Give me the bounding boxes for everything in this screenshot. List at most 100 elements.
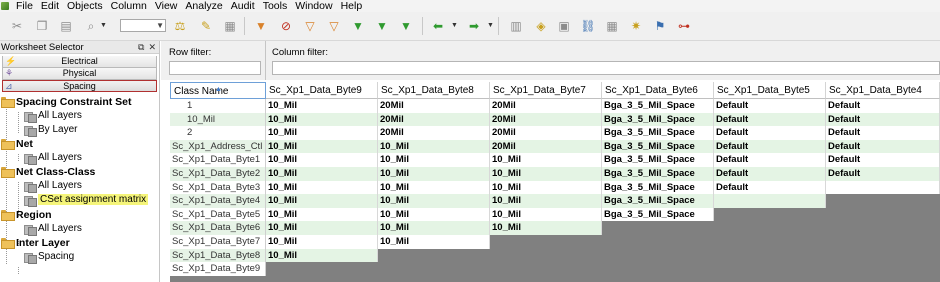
cut-icon[interactable]: ✂ <box>9 18 25 34</box>
tab-electrical[interactable]: ⚡ Electrical <box>2 56 157 68</box>
matrix-cell[interactable]: Default <box>714 139 826 154</box>
filter-edit-icon[interactable]: ▼ <box>350 18 366 34</box>
menu-file[interactable]: File <box>12 0 37 12</box>
matrix-cell[interactable]: 10_Mil <box>266 235 378 249</box>
matrix-cell[interactable] <box>826 180 940 195</box>
float-panel-icon[interactable]: ⧉ <box>138 42 144 53</box>
paste-icon[interactable]: ▤ <box>58 18 74 34</box>
matrix-cell[interactable]: Default <box>714 167 826 181</box>
menu-objects[interactable]: Objects <box>63 0 107 12</box>
matrix-cell[interactable]: Default <box>826 139 940 154</box>
forward-dropdown-icon[interactable]: ▼ <box>487 22 494 29</box>
column-header-class-name[interactable]: Class Name ▲ <box>170 82 266 99</box>
matrix-cell[interactable]: Bga_3_5_Mil_Space <box>602 180 714 195</box>
matrix-cell[interactable]: 20Mil <box>490 139 602 154</box>
resistor-icon[interactable]: ⊶ <box>676 18 692 34</box>
tree-item-scs-by-layer[interactable]: By Layer <box>24 123 77 137</box>
tree-item-region-all-layers[interactable]: All Layers <box>24 222 82 236</box>
matrix-cell[interactable]: Default <box>714 180 826 195</box>
group-icon[interactable]: ◈ <box>533 18 549 34</box>
matrix-cell[interactable]: 20Mil <box>490 112 602 127</box>
matrix-cell[interactable] <box>714 194 826 208</box>
matrix-cell[interactable]: 10_Mil <box>266 112 378 127</box>
filter-remove-icon[interactable]: ▽ <box>326 18 342 34</box>
network-graph-icon[interactable]: ⛓ <box>580 18 596 34</box>
matrix-cell[interactable]: 10_Mil <box>266 153 378 167</box>
matrix-cell[interactable]: Bga_3_5_Mil_Space <box>602 153 714 167</box>
matrix-cell[interactable]: 10_Mil <box>266 99 378 113</box>
tree-item-spacing-constraint-set[interactable]: Spacing Constraint Set <box>1 95 132 108</box>
matrix-cell[interactable]: 20Mil <box>378 99 490 113</box>
matrix-cell[interactable]: 20Mil <box>378 112 490 127</box>
matrix-cell[interactable]: Bga_3_5_Mil_Space <box>602 207 714 222</box>
column-header[interactable]: Sc_Xp1_Data_Byte8 <box>378 82 490 99</box>
matrix-cell[interactable]: 20Mil <box>378 126 490 140</box>
matrix-cell[interactable]: Default <box>826 167 940 181</box>
filter-add-icon[interactable]: ▽ <box>302 18 318 34</box>
tree-item-region[interactable]: Region <box>1 208 52 221</box>
row-header[interactable]: Sc_Xp1_Data_Byte3 <box>170 180 266 195</box>
column-header[interactable]: Sc_Xp1_Data_Byte7 <box>490 82 602 99</box>
tree-item-net[interactable]: Net <box>1 137 33 150</box>
matrix-cell[interactable]: 10_Mil <box>266 194 378 208</box>
row-filter-input[interactable] <box>169 61 261 75</box>
lightbulb-icon[interactable]: ✷ <box>628 18 644 34</box>
matrix-cell[interactable]: 10_Mil <box>490 153 602 167</box>
filter-divider[interactable] <box>265 41 266 80</box>
find-dropdown-icon[interactable]: ▼ <box>100 22 107 29</box>
menu-window[interactable]: Window <box>291 0 336 12</box>
row-header[interactable]: Sc_Xp1_Data_Byte6 <box>170 221 266 235</box>
row-header[interactable]: Sc_Xp1_Data_Byte8 <box>170 248 266 263</box>
matrix-cell[interactable]: Default <box>714 153 826 167</box>
row-header[interactable]: Sc_Xp1_Address_Ctl <box>170 139 266 154</box>
filter-clear-icon[interactable]: ⊘ <box>278 18 294 34</box>
matrix-cell[interactable]: Bga_3_5_Mil_Space <box>602 112 714 127</box>
tree-item-ncc-all-layers[interactable]: All Layers <box>24 179 82 193</box>
matrix-cell[interactable]: 10_Mil <box>266 207 378 222</box>
matrix-cell[interactable]: 20Mil <box>490 126 602 140</box>
matrix-cell[interactable]: 10_Mil <box>378 235 490 249</box>
filter-apply-icon[interactable]: ▼ <box>374 18 390 34</box>
tree-item-scs-all-layers[interactable]: All Layers <box>24 109 82 123</box>
row-header[interactable]: Sc_Xp1_Data_Byte5 <box>170 207 266 222</box>
tab-spacing[interactable]: ⊿ Spacing <box>2 80 157 92</box>
menu-edit[interactable]: Edit <box>37 0 63 12</box>
filter-icon[interactable]: ▼ <box>253 18 269 34</box>
column-header[interactable]: Sc_Xp1_Data_Byte4 <box>826 82 940 99</box>
menu-analyze[interactable]: Analyze <box>181 0 226 12</box>
back-arrow-icon[interactable]: ⬅ <box>430 18 446 34</box>
matrix-cell[interactable]: Bga_3_5_Mil_Space <box>602 167 714 181</box>
copy-icon[interactable]: ❐ <box>34 18 50 34</box>
tree-item-inter-layer[interactable]: Inter Layer <box>1 236 70 249</box>
matrix-cell[interactable]: Default <box>714 99 826 113</box>
schematic-icon[interactable]: ▦ <box>604 18 620 34</box>
matrix-cell[interactable]: Default <box>714 126 826 140</box>
tag-icon[interactable]: ⚑ <box>652 18 668 34</box>
row-header[interactable]: 1 <box>170 99 266 113</box>
matrix-cell[interactable]: 10_Mil <box>490 207 602 222</box>
matrix-cell[interactable]: 10_Mil <box>378 221 490 235</box>
row-header[interactable]: 2 <box>170 126 266 140</box>
matrix-cell[interactable]: Default <box>826 153 940 167</box>
tab-physical[interactable]: ⚘ Physical <box>2 68 157 80</box>
analysis-icon[interactable]: ⚖ <box>172 18 188 34</box>
matrix-cell[interactable]: 10_Mil <box>378 139 490 154</box>
column-filter-input[interactable] <box>272 61 940 75</box>
matrix-cell[interactable]: Default <box>826 112 940 127</box>
tree-item-net-class-class[interactable]: Net Class-Class <box>1 165 95 178</box>
matrix-cell[interactable]: 10_Mil <box>266 180 378 195</box>
menu-tools[interactable]: Tools <box>259 0 292 12</box>
matrix-cell[interactable]: 20Mil <box>490 99 602 113</box>
tree-icon[interactable]: ▥ <box>508 18 524 34</box>
tree-item-net-all-layers[interactable]: All Layers <box>24 151 82 165</box>
matrix-cell[interactable]: 10_Mil <box>378 153 490 167</box>
matrix-cell[interactable]: 10_Mil <box>490 167 602 181</box>
zoom-combo[interactable]: ▼ <box>120 19 166 32</box>
matrix-cell[interactable]: 10_Mil <box>266 167 378 181</box>
row-header[interactable]: Sc_Xp1_Data_Byte4 <box>170 194 266 208</box>
column-header[interactable]: Sc_Xp1_Data_Byte6 <box>602 82 714 99</box>
tree-item-inter-layer-spacing[interactable]: Spacing <box>24 250 74 264</box>
row-header[interactable]: Sc_Xp1_Data_Byte1 <box>170 153 266 167</box>
matrix-cell[interactable]: 10_Mil <box>266 139 378 154</box>
matrix-cell[interactable]: Default <box>826 99 940 113</box>
